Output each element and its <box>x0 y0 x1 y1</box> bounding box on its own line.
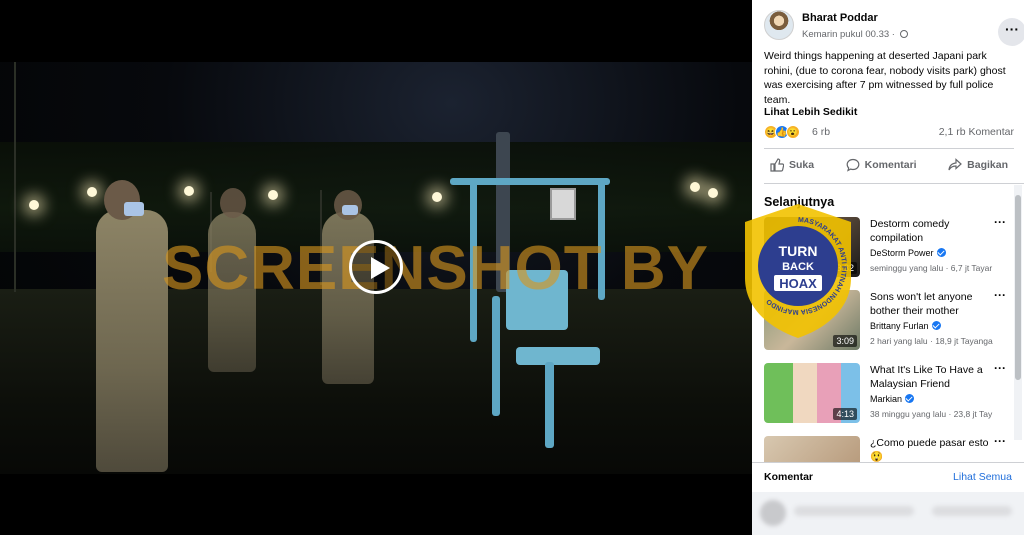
more-horizontal-icon: ··· <box>1005 21 1019 37</box>
see-less-link[interactable]: Lihat Lebih Sedikit <box>764 106 857 118</box>
video-meta: seminggu yang lalu · 6,7 jt Tayar <box>870 263 993 273</box>
face-mask <box>124 202 144 216</box>
share-label: Bagikan <box>967 159 1008 171</box>
video-thumbnail[interactable] <box>764 436 860 462</box>
turn-back-hoax-badge: MASYARAKAT ANTI FITNAH INDONESIA MAFINDO… <box>745 204 851 338</box>
street-lamp <box>708 188 718 198</box>
post-timestamp[interactable]: Kemarin pukul 00.33 · <box>802 29 895 40</box>
see-all-comments-link[interactable]: Lihat Semua <box>953 471 1012 483</box>
video-thumbnail[interactable]: 4:13 <box>764 363 860 423</box>
video-meta: 38 minggu yang lalu · 23,8 jt Tay <box>870 409 993 419</box>
badge-hoax-text: HOAX <box>779 276 817 291</box>
video-duration: 4:13 <box>833 408 857 420</box>
scrollbar-thumb[interactable] <box>1015 195 1021 380</box>
verified-badge-icon <box>905 394 915 403</box>
badge-back-text: BACK <box>782 261 814 273</box>
street-lamp <box>432 192 442 202</box>
wow-reaction-icon[interactable]: 😮 <box>786 125 800 139</box>
post-caption: Weird things happening at deserted Japan… <box>764 50 1006 106</box>
face-mask <box>342 205 358 215</box>
suggested-video[interactable]: ¿Como puede pasar esto😲 ··· <box>764 436 1014 462</box>
like-label: Suka <box>789 159 815 171</box>
share-arrow-icon <box>948 158 963 171</box>
thumbs-up-icon <box>770 158 784 172</box>
video-title[interactable]: What It's Like To Have a Malaysian Frien… <box>870 363 994 391</box>
machine-seat <box>516 347 600 365</box>
commenter-avatar <box>760 500 786 526</box>
street-lamp <box>268 190 278 200</box>
screenshot-watermark: SCREENSHOT BY <box>162 234 709 303</box>
reactions-row: 😆 👍 😮 6 rb 2,1 rb Komentar <box>764 124 1014 142</box>
street-lamp <box>184 186 194 196</box>
channel-name[interactable]: Markian <box>870 394 902 404</box>
video-channel[interactable]: DeStorm Power <box>870 248 946 258</box>
video-channel[interactable]: Markian <box>870 394 915 404</box>
comment-bubble-icon <box>846 158 860 172</box>
video-title[interactable]: Sons won't let anyone bother their mothe… <box>870 290 994 318</box>
comment-label: Komentari <box>864 159 917 171</box>
channel-name[interactable]: DeStorm Power <box>870 248 934 258</box>
video-meta: 2 hari yang lalu · 18,9 jt Tayanga <box>870 336 993 346</box>
blurred-comment <box>752 492 1024 535</box>
suggested-video[interactable]: 4:13 What It's Like To Have a Malaysian … <box>764 361 1014 427</box>
author-avatar[interactable] <box>764 10 794 40</box>
globe-icon <box>899 30 908 38</box>
video-player[interactable]: SCREENSHOT BY <box>0 0 752 535</box>
video-more-icon[interactable]: ··· <box>994 288 1006 302</box>
sign-board <box>550 188 576 220</box>
divider <box>764 183 1024 184</box>
video-channel[interactable]: Brittany Furlan <box>870 321 941 331</box>
badge-turn-text: TURN <box>779 243 818 259</box>
comments-label: Komentar <box>764 471 814 483</box>
comment-button[interactable]: Komentari <box>840 153 923 177</box>
reaction-count[interactable]: 6 rb <box>812 126 830 138</box>
street-lamp <box>690 182 700 192</box>
video-more-icon[interactable]: ··· <box>994 436 1006 448</box>
comments-bar: Komentar Lihat Semua <box>752 462 1024 492</box>
machine-leg <box>545 362 554 448</box>
blurred-text <box>794 506 914 516</box>
comment-count[interactable]: 2,1 rb Komentar <box>939 126 1014 138</box>
video-title[interactable]: Destorm comedy compilation <box>870 217 994 245</box>
video-more-icon[interactable]: ··· <box>994 215 1006 229</box>
lamp-pole <box>14 62 16 292</box>
officer-head <box>220 188 246 218</box>
post-time[interactable]: Kemarin pukul 00.33 · <box>802 29 908 40</box>
like-button[interactable]: Suka <box>764 153 820 177</box>
play-button[interactable] <box>349 240 403 294</box>
blurred-text <box>932 506 1012 516</box>
street-lamp <box>29 200 39 210</box>
machine-leg <box>492 296 500 416</box>
author-name[interactable]: Bharat Poddar <box>802 12 878 24</box>
share-button[interactable]: Bagikan <box>942 153 1014 177</box>
verified-badge-icon <box>931 321 941 330</box>
play-icon <box>371 257 390 279</box>
video-viewer: SCREENSHOT BY Bharat Poddar Kemarin puku… <box>0 0 1024 535</box>
divider <box>764 148 1014 149</box>
channel-name[interactable]: Brittany Furlan <box>870 321 929 331</box>
post-header: Bharat Poddar Kemarin pukul 00.33 · ··· <box>764 8 1024 46</box>
more-options-button[interactable]: ··· <box>998 18 1024 46</box>
video-more-icon[interactable]: ··· <box>994 361 1006 375</box>
verified-badge-icon <box>936 248 946 257</box>
street-lamp <box>87 187 97 197</box>
video-title[interactable]: ¿Como puede pasar esto😲 <box>870 436 994 462</box>
panel-scrollbar[interactable] <box>1014 185 1022 440</box>
post-actions: Suka Komentari Bagikan <box>764 153 1014 177</box>
police-officer <box>96 210 168 472</box>
